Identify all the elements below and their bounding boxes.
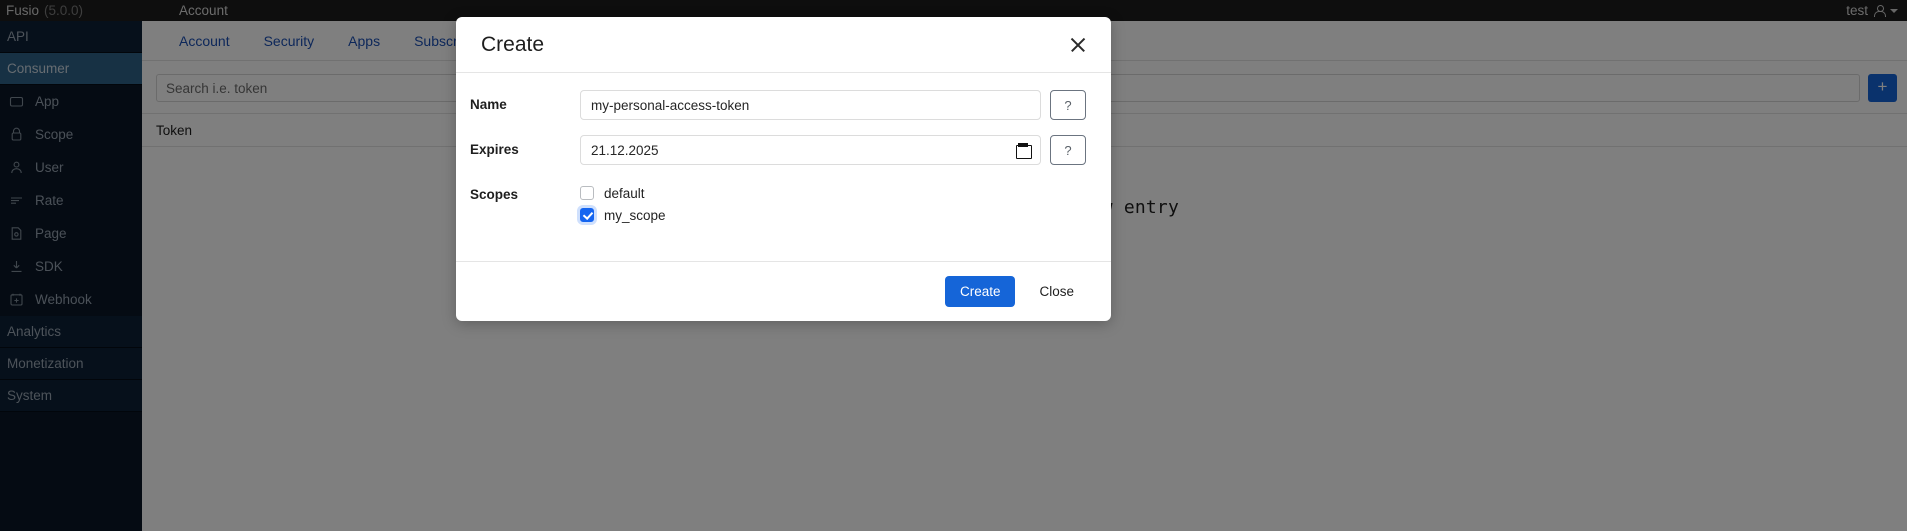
modal-header: Create	[456, 17, 1111, 73]
checkbox-my-scope[interactable]	[580, 208, 594, 222]
field-row-scopes: Scopes default my_scope	[470, 180, 1086, 226]
field-row-expires: Expires 21.12.2025 ?	[470, 135, 1086, 165]
app-root: Fusio(5.0.0) Account test API Consumer A…	[0, 0, 1907, 531]
scope-label: default	[604, 185, 645, 201]
scope-option-my-scope[interactable]: my_scope	[580, 204, 666, 226]
expires-label: Expires	[470, 142, 519, 157]
name-help-button[interactable]: ?	[1050, 90, 1086, 120]
expires-input[interactable]: 21.12.2025	[580, 135, 1041, 165]
scopes-label: Scopes	[470, 187, 519, 202]
modal-body: Name my-personal-access-token ? Expires …	[456, 73, 1111, 261]
create-modal: Create Name my-personal-access-token ? E…	[456, 17, 1111, 321]
create-button[interactable]: Create	[944, 276, 1016, 307]
expires-help-button[interactable]: ?	[1050, 135, 1086, 165]
close-button[interactable]: Close	[1024, 276, 1089, 307]
expires-value: 21.12.2025	[591, 142, 659, 158]
modal-footer: Create Close	[456, 261, 1111, 321]
field-row-name: Name my-personal-access-token ?	[470, 90, 1086, 120]
name-input[interactable]: my-personal-access-token	[580, 90, 1041, 120]
scope-label: my_scope	[604, 207, 666, 223]
modal-title: Create	[481, 32, 545, 56]
scope-option-default[interactable]: default	[580, 182, 666, 204]
scopes-list: default my_scope	[580, 180, 666, 226]
name-label: Name	[470, 97, 507, 112]
checkbox-default[interactable]	[580, 186, 594, 200]
close-icon[interactable]	[1067, 34, 1089, 56]
calendar-icon[interactable]	[1016, 143, 1032, 159]
